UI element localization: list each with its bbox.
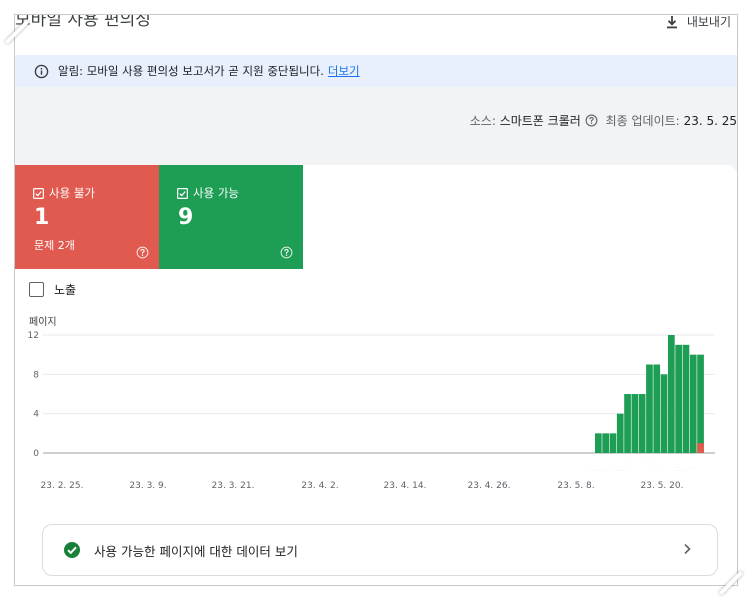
deprecation-notice: 알림: 모바일 사용 편의성 보고서가 곧 지원 중단됩니다. 더보기 [15, 55, 737, 87]
x-tick-label: 23. 4. 14. [384, 481, 427, 491]
tile-count: 1 [34, 205, 50, 230]
x-tick-label: 23. 4. 2. [301, 481, 338, 491]
tile-header: 사용 불가 [33, 185, 95, 201]
export-label: 내보내기 [686, 15, 731, 29]
usable-bar [668, 335, 675, 453]
usable-bar [660, 374, 668, 453]
y-tick-label: 4 [33, 410, 39, 420]
usable-bar [631, 394, 639, 453]
export-button[interactable]: 내보내기 [665, 15, 731, 30]
x-tick-label: 23. 2. 25. [41, 481, 84, 491]
help-icon[interactable] [136, 246, 149, 259]
tile-header: 사용 가능 [177, 185, 239, 201]
view-usable-data-button[interactable]: 사용 가능한 페이지에 대한 데이터 보기 [42, 524, 718, 576]
checkbox-checked-icon [177, 187, 188, 199]
exposure-checkbox[interactable] [29, 282, 44, 297]
source-line: 소스: 스마트폰 크롤러 최종 업데이트: 23. 5. 25 [470, 112, 737, 129]
source-value: 스마트폰 크롤러 [499, 114, 581, 128]
notice-more-link[interactable]: 더보기 [328, 63, 360, 79]
help-icon[interactable] [280, 246, 293, 259]
x-tick-label: 23. 5. 8. [557, 481, 594, 491]
usable-bar [602, 433, 609, 453]
usable-bar [616, 413, 624, 453]
tile-issue-count: 문제 2개 [34, 239, 75, 252]
y-tick-label: 8 [33, 370, 39, 380]
tile-label: 사용 불가 [49, 186, 95, 200]
usable-bar [682, 344, 690, 453]
view-usable-data-label: 사용 가능한 페이지에 대한 데이터 보기 [94, 543, 298, 559]
usable-bar [646, 364, 653, 453]
help-icon[interactable] [585, 114, 598, 127]
usable-bar [609, 433, 617, 453]
exposure-toggle[interactable]: 노출 [29, 281, 76, 298]
report-header: 모바일 사용 편의성 내보내기 [15, 15, 737, 55]
tile-label: 사용 가능 [193, 186, 239, 200]
usable-bar [697, 354, 704, 453]
checkbox-checked-icon [33, 187, 44, 199]
x-tick-label: 23. 4. 26. [468, 481, 511, 491]
usable-bar [638, 394, 646, 453]
info-icon [34, 64, 49, 78]
y-tick-label: 12 [28, 331, 39, 341]
chevron-right-icon [684, 543, 691, 555]
usable-bar [689, 354, 697, 453]
x-tick-label: 23. 3. 9. [129, 481, 166, 491]
x-tick-label: 23. 3. 21. [212, 481, 255, 491]
usable-bar [653, 364, 661, 453]
usable-bar [675, 344, 682, 453]
exposure-label: 노출 [54, 283, 77, 297]
pages-chart: 페이지 0 4 8 12 23. 2. 25. 23. 3. 9. 23. 3. 21. 23.… [28, 316, 715, 491]
usable-bar [595, 433, 602, 453]
not-usable-bar [697, 443, 704, 453]
x-tick-label: 23. 5. 20. [641, 481, 684, 491]
watermark-text: 파르파르의 일상 블로그 [583, 459, 697, 474]
y-axis-label: 페이지 [29, 316, 57, 328]
tile-usable[interactable]: 사용 가능 9 [159, 165, 303, 269]
tile-not-usable[interactable]: 사용 불가 1 문제 2개 [15, 165, 159, 269]
download-icon [666, 15, 677, 28]
updated-label: 최종 업데이트: [605, 114, 680, 128]
source-label: 소스: [469, 114, 496, 128]
usable-bar [624, 394, 631, 453]
y-tick-label: 0 [33, 449, 39, 459]
notice-text: 알림: 모바일 사용 편의성 보고서가 곧 지원 중단됩니다. [58, 64, 324, 78]
updated-value: 23. 5. 25 [683, 113, 737, 128]
check-circle-icon [64, 542, 80, 558]
report-card: 사용 불가 1 문제 2개 사용 가능 9 노출 페이지 0 4 8 12 23… [15, 165, 737, 585]
page-title: 모바일 사용 편의성 [15, 14, 151, 30]
tile-count: 9 [178, 205, 194, 230]
report-frame: 모바일 사용 편의성 내보내기 알림: 모바일 사용 편의성 보고서가 곧 지원… [14, 14, 738, 586]
